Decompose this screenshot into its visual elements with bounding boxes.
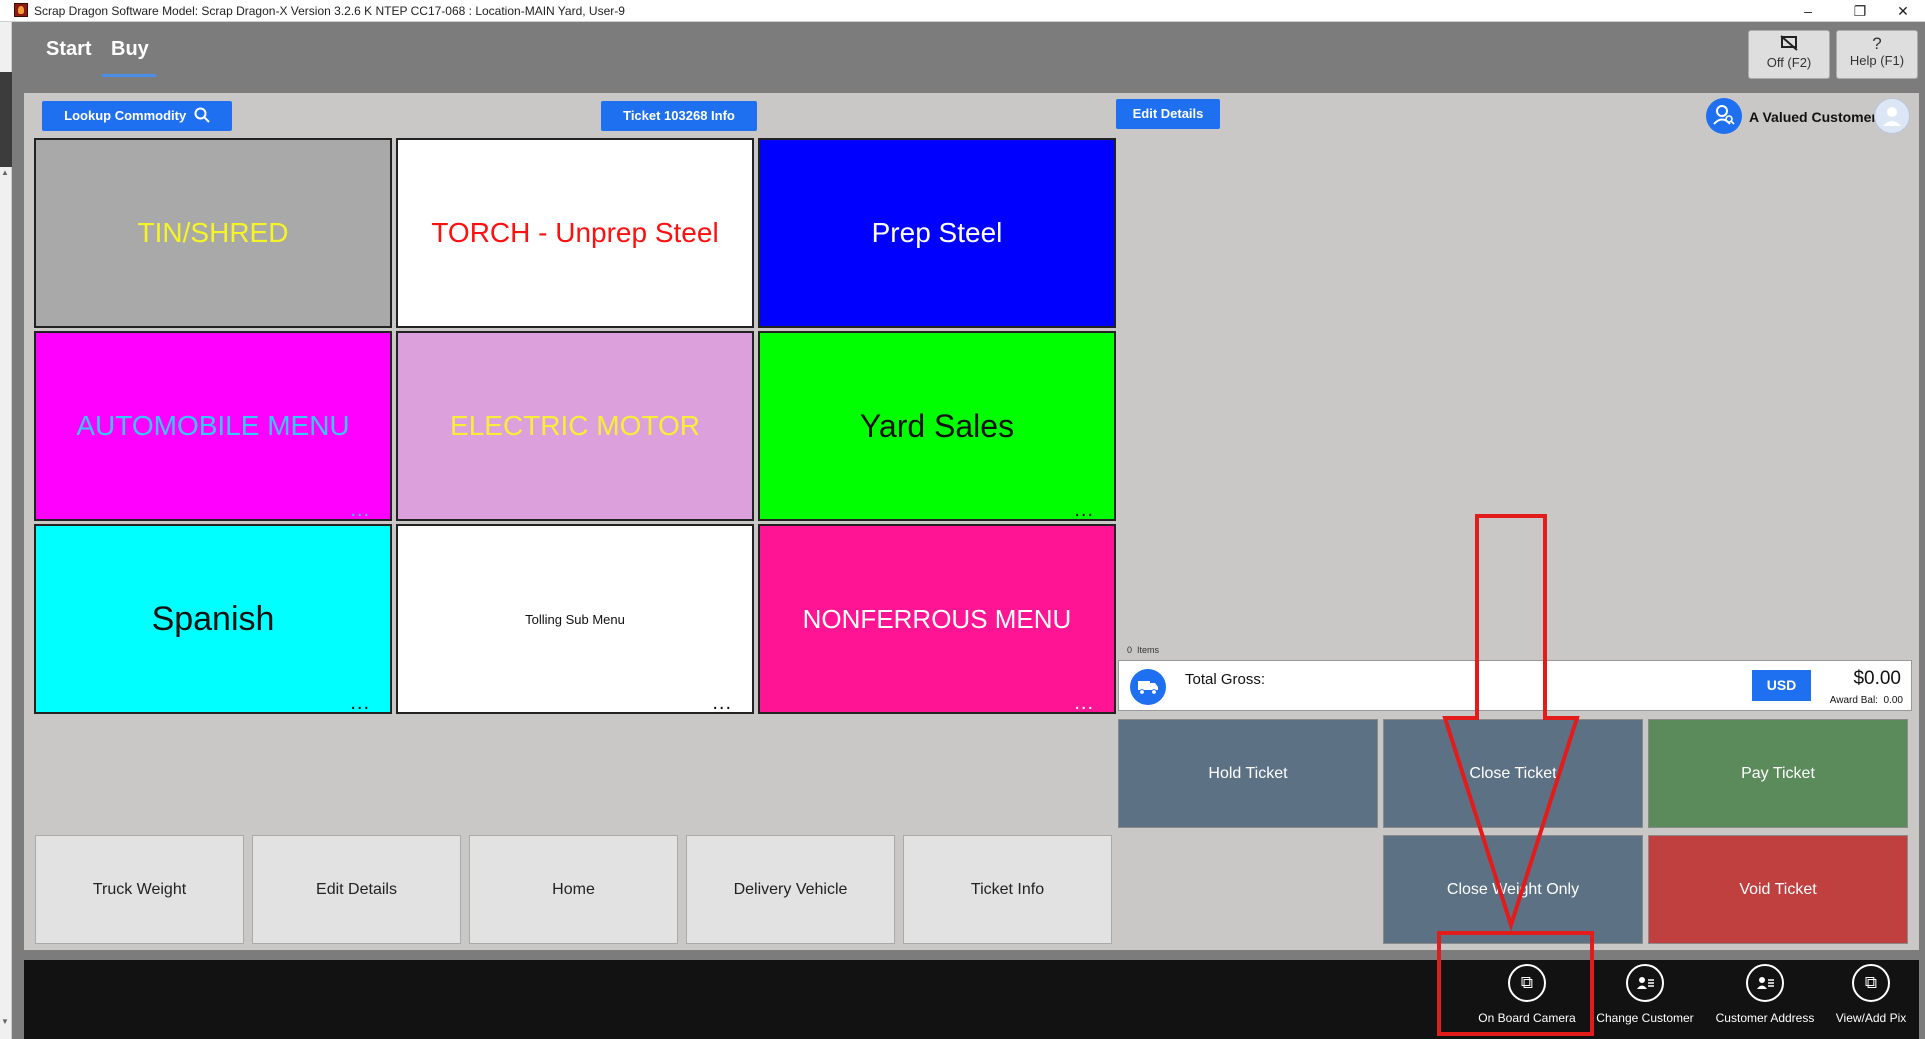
annotation-highlight-box [1437,931,1594,1036]
annotation-down-arrow [1442,514,1580,932]
annotation-overlay [1437,514,1594,1036]
